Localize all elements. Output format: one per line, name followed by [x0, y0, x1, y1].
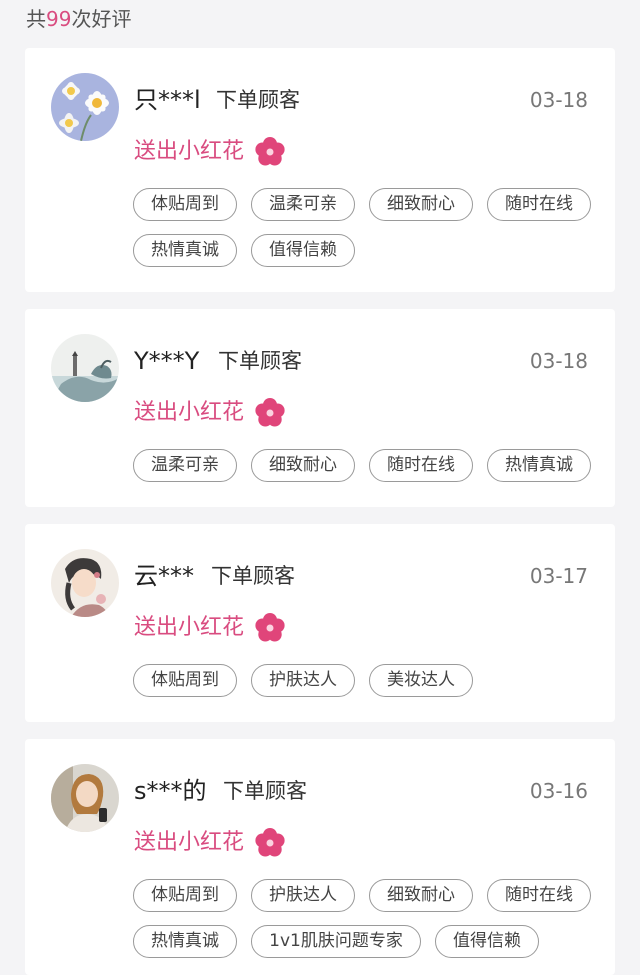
reviewer-role: 下单顾客 [223, 779, 307, 803]
tag: 值得信赖 [251, 234, 355, 267]
review-date: 03-17 [529, 564, 588, 588]
tag: 护肤达人 [251, 664, 355, 697]
red-flower-icon [255, 398, 285, 427]
gift-text: 送出小红花 [134, 139, 245, 164]
review-card: 云*** 下单顾客 03-17 送出小红花 体贴周到 护肤达人 美妆达人 [25, 524, 615, 722]
tag: 温柔可亲 [251, 188, 355, 221]
summary-prefix: 共 [26, 7, 46, 31]
reviews-page: 共99次好评 只***l 下单顾客 03-18 送出小红花 体贴周到 温柔可亲 … [0, 0, 640, 975]
review-date: 03-18 [529, 88, 588, 112]
reviewer-name: 云*** [134, 562, 194, 590]
tag: 护肤达人 [251, 879, 355, 912]
review-date: 03-18 [529, 349, 588, 373]
tag: 细致耐心 [251, 449, 355, 482]
gift-text: 送出小红花 [134, 830, 245, 855]
tag: 体贴周到 [133, 879, 237, 912]
summary-suffix: 次好评 [71, 7, 132, 31]
daisy-avatar-icon[interactable] [51, 73, 119, 141]
photo-woman-avatar-icon[interactable] [51, 764, 119, 832]
red-flower-icon [255, 828, 285, 857]
tag: 体贴周到 [133, 188, 237, 221]
tag: 热情真诚 [487, 449, 591, 482]
tag: 体贴周到 [133, 664, 237, 697]
gift-row: 送出小红花 [134, 610, 286, 646]
gift-text: 送出小红花 [134, 615, 245, 640]
reviewer-role: 下单顾客 [218, 349, 302, 373]
gift-text: 送出小红花 [134, 400, 245, 425]
illustrated-girl-avatar-icon[interactable] [51, 549, 119, 617]
red-flower-icon [255, 137, 285, 166]
gift-row: 送出小红花 [134, 825, 286, 861]
tag: 随时在线 [487, 879, 591, 912]
reviewer-name: Y***Y [134, 347, 200, 375]
tag: 热情真诚 [133, 234, 237, 267]
gift-row: 送出小红花 [134, 395, 286, 431]
tag: 热情真诚 [133, 925, 237, 958]
review-card: 只***l 下单顾客 03-18 送出小红花 体贴周到 温柔可亲 细致耐心 随时… [25, 48, 615, 292]
reviewer-role: 下单顾客 [216, 88, 300, 112]
tag: 细致耐心 [369, 188, 473, 221]
review-summary: 共99次好评 [26, 4, 131, 34]
tag: 美妆达人 [369, 664, 473, 697]
tag: 随时在线 [369, 449, 473, 482]
reviewer-role: 下单顾客 [211, 564, 295, 588]
reviewer-name: s***的 [134, 777, 207, 805]
review-card: Y***Y 下单顾客 03-18 送出小红花 温柔可亲 细致耐心 随时在线 热情… [25, 309, 615, 507]
review-card: s***的 下单顾客 03-16 送出小红花 体贴周到 护肤达人 细致耐心 随时… [25, 739, 615, 975]
tag: 随时在线 [487, 188, 591, 221]
tag: 细致耐心 [369, 879, 473, 912]
reviewer-name: 只***l [134, 86, 201, 114]
review-date: 03-16 [529, 779, 588, 803]
lighthouse-painting-avatar-icon[interactable] [51, 334, 119, 402]
summary-count: 99 [46, 7, 72, 31]
gift-row: 送出小红花 [134, 134, 286, 170]
tag: 1v1肌肤问题专家 [251, 925, 421, 958]
tag: 温柔可亲 [133, 449, 237, 482]
tag: 值得信赖 [435, 925, 539, 958]
red-flower-icon [255, 613, 285, 642]
